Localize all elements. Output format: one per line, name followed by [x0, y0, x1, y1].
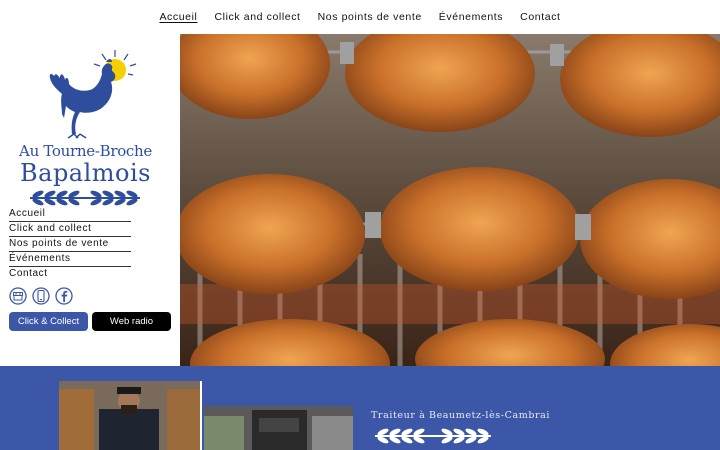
hero-image	[180, 34, 720, 366]
sidebar-buttons: Click & Collect Web radio	[9, 312, 171, 331]
logo[interactable]: Au Tourne-Broche Bapalmois	[18, 48, 153, 206]
logo-brand-line1: Au Tourne-Broche	[19, 142, 152, 160]
laurel-icon	[375, 428, 491, 444]
tagline: Traiteur à Beaumetz-lès-Cambrai	[371, 410, 551, 421]
topnav-item-evenements[interactable]: Événements	[439, 11, 503, 23]
facebook-icon[interactable]	[55, 287, 73, 305]
social-icons	[9, 287, 73, 305]
click-collect-button[interactable]: Click & Collect	[9, 312, 88, 331]
top-navigation: Accueil Click and collect Nos points de …	[0, 0, 720, 34]
topnav-item-contact[interactable]: Contact	[520, 11, 560, 23]
web-radio-button[interactable]: Web radio	[92, 312, 171, 331]
sidebar-navigation: Accueil Click and collect Nos points de …	[9, 207, 131, 282]
topnav-item-accueil[interactable]: Accueil	[159, 11, 197, 23]
sidebar-item-contact[interactable]: Contact	[9, 267, 131, 282]
sidebar-item-click-and-collect[interactable]: Click and collect	[9, 222, 131, 237]
intro-band: Traiteur à Beaumetz-lès-Cambrai	[0, 366, 720, 450]
sidebar: Au Tourne-Broche Bapalmois Accueil Click…	[0, 34, 180, 366]
sidebar-item-evenements[interactable]: Événements	[9, 252, 131, 267]
rooster-logo-icon	[49, 50, 137, 139]
sidebar-item-accueil[interactable]: Accueil	[9, 207, 131, 222]
sidebar-item-points-de-vente[interactable]: Nos points de vente	[9, 237, 131, 252]
logo-brand-line2: Bapalmois	[20, 159, 151, 187]
phone-icon[interactable]	[32, 287, 50, 305]
chef-photo	[59, 381, 202, 450]
laurel-icon	[30, 190, 140, 206]
topnav-item-points-de-vente[interactable]: Nos points de vente	[318, 11, 422, 23]
shop-icon[interactable]	[9, 287, 27, 305]
topnav-item-click-and-collect[interactable]: Click and collect	[215, 11, 301, 23]
shop-photo	[204, 406, 353, 450]
